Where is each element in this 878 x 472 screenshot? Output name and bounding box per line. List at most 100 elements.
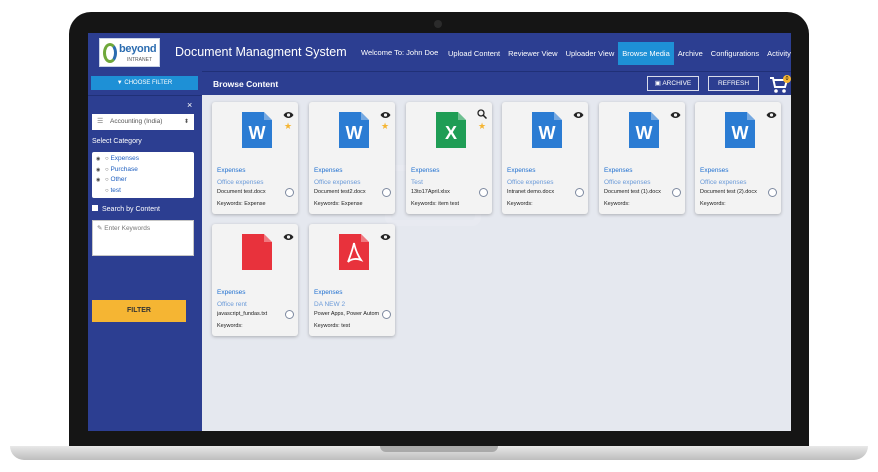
webcam	[434, 20, 442, 28]
radio-icon: ○	[105, 156, 109, 162]
search-by-content-toggle[interactable]: Search by Content	[92, 205, 160, 213]
category-item[interactable]: ◉ ○ Expenses	[96, 154, 190, 165]
card-subcategory: Office expenses	[507, 179, 554, 186]
card-category: Expenses	[314, 167, 343, 174]
radio-icon: ○	[105, 166, 109, 173]
zoom-icon[interactable]	[477, 106, 488, 120]
document-card[interactable]: W ★ Expenses Office expenses Document test2.…	[309, 102, 395, 214]
company-logo[interactable]: beyond INTRANET	[99, 38, 160, 67]
search-by-content-label: Search by Content	[102, 206, 160, 213]
card-subcategory: DA NEW 2	[314, 301, 346, 308]
card-category: Expenses	[700, 167, 729, 174]
document-card[interactable]: W Expenses Office expenses Document test (2…	[695, 102, 781, 214]
pencil-icon: ✎	[97, 225, 103, 232]
category-label: Other	[110, 176, 127, 183]
card-subcategory: Test	[411, 179, 423, 186]
filter-button[interactable]: FILTER	[92, 300, 186, 322]
category-label: Expenses	[110, 155, 139, 162]
card-filename: Document test2.docx	[314, 189, 366, 195]
funnel-icon: ▼	[116, 80, 123, 86]
card-filename: Power Apps, Power Autom	[314, 311, 380, 317]
card-filename: Intranet demo.docx	[507, 189, 555, 195]
checkbox-icon[interactable]	[92, 205, 98, 211]
main-nav: Upload Content Reviewer View Uploader Vi…	[444, 42, 791, 65]
card-subcategory: Office expenses	[217, 179, 264, 186]
close-icon[interactable]: ×	[187, 100, 192, 110]
file-icon	[242, 234, 272, 270]
svg-text:W: W	[636, 123, 653, 143]
svg-text:W: W	[539, 123, 556, 143]
card-keywords: Keywords: item test	[411, 201, 459, 207]
eye-icon[interactable]	[380, 106, 391, 118]
eye-icon[interactable]	[670, 106, 681, 118]
card-select-checkbox[interactable]	[479, 188, 488, 197]
nav-browse-media[interactable]: Browse Media	[618, 42, 674, 65]
nav-upload-content[interactable]: Upload Content	[444, 42, 504, 65]
card-subcategory: Office expenses	[314, 179, 361, 186]
document-card[interactable]: W Expenses Office expenses Intranet demo.do…	[502, 102, 588, 214]
nav-reviewer-view[interactable]: Reviewer View	[504, 42, 561, 65]
expand-bullet-icon: ◉	[96, 177, 101, 183]
page-title: Browse Content	[213, 79, 279, 89]
star-icon[interactable]: ★	[381, 122, 389, 131]
choose-filter-button[interactable]: ▼ CHOOSE FILTER	[91, 76, 198, 90]
card-select-checkbox[interactable]	[768, 188, 777, 197]
svg-text:W: W	[732, 123, 749, 143]
document-card[interactable]: W Expenses Office expenses Document test (1…	[599, 102, 685, 214]
pdf-doc-icon	[339, 234, 369, 270]
dropdown-value: Accounting (India)	[110, 118, 163, 125]
category-list: ◉ ○ Expenses ◉ ○ Purchase ◉ ○ Other ○ test	[92, 152, 194, 198]
category-item[interactable]: ◉ ○ Purchase	[96, 165, 190, 176]
card-category: Expenses	[507, 167, 536, 174]
card-select-checkbox[interactable]	[382, 188, 391, 197]
cart-count-badge: 0	[783, 75, 791, 83]
card-select-checkbox[interactable]	[672, 188, 681, 197]
archive-button[interactable]: ▣ ARCHIVE	[647, 76, 699, 91]
logo-mark-icon	[103, 43, 117, 63]
card-keywords: Keywords:	[507, 201, 533, 207]
filter-sidebar: ▼ CHOOSE FILTER × ☰ Accounting (India) ⬍…	[88, 71, 202, 431]
card-category: Expenses	[217, 167, 246, 174]
excel-doc-icon: X	[436, 112, 466, 148]
archive-icon: ▣	[654, 80, 661, 87]
nav-uploader-view[interactable]: Uploader View	[562, 42, 619, 65]
refresh-button[interactable]: REFRESH	[708, 76, 759, 91]
nav-activity[interactable]: Activity	[763, 42, 791, 65]
star-icon[interactable]: ★	[478, 122, 486, 131]
svg-text:W: W	[346, 123, 363, 143]
category-item[interactable]: ○ test	[96, 186, 190, 197]
radio-icon: ○	[105, 177, 109, 183]
document-card[interactable]: X ★ Expenses Test 13to17April.xlsx Keywords: …	[406, 102, 492, 214]
document-card[interactable]: Expenses DA NEW 2 Power Apps, Power Autom K…	[309, 224, 395, 336]
radio-icon: ○	[105, 187, 109, 194]
eye-icon[interactable]	[283, 106, 294, 118]
eye-icon[interactable]	[380, 228, 391, 240]
category-label: test	[110, 186, 121, 194]
updown-caret-icon: ⬍	[183, 119, 189, 125]
card-select-checkbox[interactable]	[285, 310, 294, 319]
card-select-checkbox[interactable]	[382, 310, 391, 319]
eye-icon[interactable]	[283, 228, 294, 240]
card-select-checkbox[interactable]	[575, 188, 584, 197]
nav-configurations[interactable]: Configurations	[707, 42, 763, 65]
top-navbar: beyond INTRANET Document Managment Syste…	[88, 33, 791, 71]
card-filename: 13to17April.xlsx	[411, 189, 450, 195]
eye-icon[interactable]	[573, 106, 584, 118]
keywords-input[interactable]: ✎ Enter Keywords	[92, 220, 194, 256]
card-select-checkbox[interactable]	[285, 188, 294, 197]
eye-icon[interactable]	[766, 106, 777, 118]
document-card[interactable]: Expenses Office rent javascript_fundas.txt…	[212, 224, 298, 336]
cart-button[interactable]: 0	[769, 75, 791, 94]
card-filename: javascript_fundas.txt	[217, 311, 268, 317]
category-item[interactable]: ◉ ○ Other	[96, 175, 190, 186]
welcome-text: Welcome To: John Doe	[361, 48, 439, 57]
star-icon[interactable]: ★	[284, 122, 292, 131]
card-filename: Document test (2).docx	[700, 189, 757, 195]
nav-archive[interactable]: Archive	[674, 42, 707, 65]
expand-bullet-icon: ◉	[96, 156, 101, 162]
sidebar-divider	[88, 95, 202, 96]
card-keywords: Keywords:	[700, 201, 726, 207]
department-dropdown[interactable]: ☰ Accounting (India) ⬍	[92, 114, 194, 130]
document-card[interactable]: W ★ Expenses Office expenses Document test.d…	[212, 102, 298, 214]
expand-bullet-icon: ◉	[96, 166, 101, 173]
